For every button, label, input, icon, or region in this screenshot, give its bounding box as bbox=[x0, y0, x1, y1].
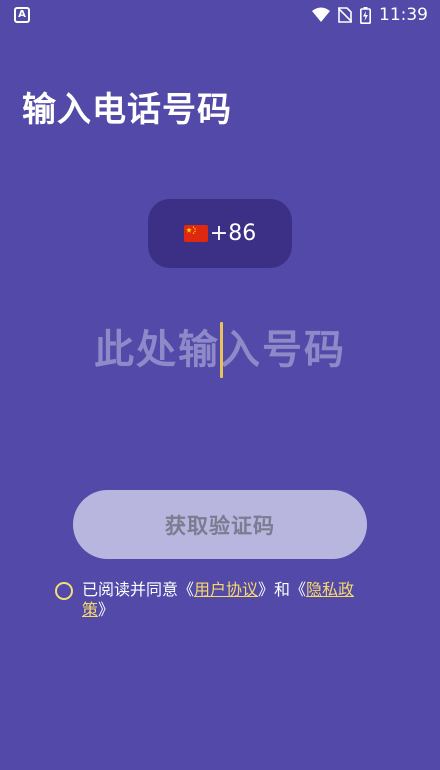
text-cursor bbox=[220, 322, 223, 378]
country-code-label: +86 bbox=[209, 221, 257, 246]
privacy-link-part1: 隐私政 bbox=[306, 580, 355, 599]
agreement-prefix: 已阅读并同意《 bbox=[82, 580, 195, 599]
privacy-link-part2: 策 bbox=[82, 600, 99, 619]
agreement-text: 已阅读并同意《用户协议》和《隐私政策》 bbox=[82, 580, 387, 620]
get-verification-code-button[interactable]: 获取验证码 bbox=[73, 490, 367, 559]
status-right: 11:39 bbox=[312, 5, 428, 25]
battery-charging-icon bbox=[360, 6, 371, 24]
china-flag-icon bbox=[183, 225, 208, 242]
app-notification-icon: A bbox=[14, 7, 30, 23]
page-title: 输入电话号码 bbox=[22, 90, 232, 130]
agreement-suffix: 》 bbox=[98, 600, 115, 619]
agreement-middle: 》和《 bbox=[258, 580, 307, 599]
status-left: A bbox=[14, 7, 30, 23]
user-agreement-link[interactable]: 用户协议 bbox=[194, 580, 258, 599]
country-code-button[interactable]: +86 bbox=[148, 199, 292, 268]
status-bar: A 11:39 bbox=[0, 0, 440, 30]
wifi-icon bbox=[312, 7, 330, 22]
agreement-row: 已阅读并同意《用户协议》和《隐私政策》 bbox=[55, 580, 395, 620]
clock: 11:39 bbox=[379, 5, 428, 25]
agree-checkbox[interactable] bbox=[55, 582, 73, 600]
no-sim-icon bbox=[338, 7, 352, 23]
